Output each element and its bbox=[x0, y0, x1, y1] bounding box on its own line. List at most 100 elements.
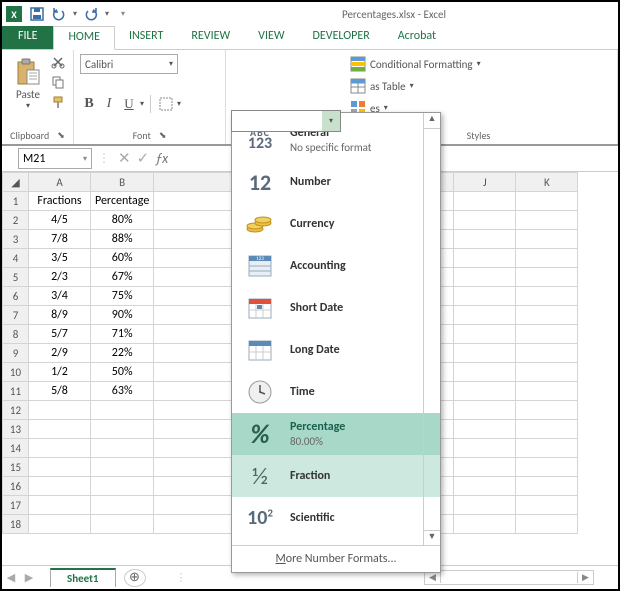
redo-button[interactable] bbox=[80, 4, 102, 24]
row-header[interactable]: 2 bbox=[3, 211, 29, 230]
copy-button[interactable] bbox=[50, 74, 66, 90]
redo-menu-icon[interactable]: ▾ bbox=[102, 4, 112, 24]
cell[interactable]: 71% bbox=[91, 325, 154, 344]
bold-button[interactable]: B bbox=[80, 94, 98, 114]
number-format-longdate[interactable]: Long Date bbox=[232, 329, 440, 371]
tab-view[interactable]: VIEW bbox=[244, 26, 298, 49]
cell[interactable]: 90% bbox=[91, 306, 154, 325]
undo-menu-icon[interactable]: ▾ bbox=[70, 4, 80, 24]
cell[interactable] bbox=[516, 249, 578, 268]
cell[interactable] bbox=[516, 401, 578, 420]
tab-developer[interactable]: DEVELOPER bbox=[299, 26, 384, 49]
cell[interactable] bbox=[91, 515, 154, 534]
enter-icon[interactable]: ✓ bbox=[137, 149, 150, 168]
col-header-J[interactable]: J bbox=[454, 173, 516, 192]
row-header[interactable]: 11 bbox=[3, 382, 29, 401]
cell[interactable] bbox=[454, 249, 516, 268]
number-format-number[interactable]: 12 Number bbox=[232, 161, 440, 203]
row-header[interactable]: 9 bbox=[3, 344, 29, 363]
cell[interactable]: 7/8 bbox=[29, 230, 91, 249]
cell[interactable] bbox=[516, 496, 578, 515]
cell[interactable] bbox=[91, 477, 154, 496]
cell[interactable] bbox=[454, 230, 516, 249]
paste-button[interactable]: Paste ▾ bbox=[8, 54, 48, 111]
cell[interactable] bbox=[516, 192, 578, 211]
horizontal-scrollbar[interactable]: ◀ ▶ bbox=[424, 570, 594, 585]
row-header[interactable]: 3 bbox=[3, 230, 29, 249]
cell[interactable] bbox=[516, 382, 578, 401]
scroll-left-icon[interactable]: ◀ bbox=[425, 572, 441, 583]
cell[interactable]: 88% bbox=[91, 230, 154, 249]
cell[interactable]: 2/3 bbox=[29, 268, 91, 287]
underline-menu-icon[interactable]: ▾ bbox=[140, 99, 144, 109]
cell[interactable] bbox=[454, 477, 516, 496]
col-header-B[interactable]: B bbox=[91, 173, 154, 192]
cell[interactable] bbox=[516, 515, 578, 534]
cell[interactable]: 1/2 bbox=[29, 363, 91, 382]
row-header[interactable]: 12 bbox=[3, 401, 29, 420]
cell[interactable] bbox=[29, 496, 91, 515]
cell[interactable]: 22% bbox=[91, 344, 154, 363]
cell[interactable] bbox=[91, 458, 154, 477]
row-header[interactable]: 8 bbox=[3, 325, 29, 344]
row-header[interactable]: 6 bbox=[3, 287, 29, 306]
cell[interactable]: 4/5 bbox=[29, 211, 91, 230]
add-sheet-button[interactable]: ⊕ bbox=[124, 569, 146, 587]
underline-button[interactable]: U bbox=[120, 94, 138, 114]
cell[interactable] bbox=[29, 458, 91, 477]
cell[interactable]: 5/7 bbox=[29, 325, 91, 344]
border-button[interactable] bbox=[157, 94, 175, 114]
cell[interactable] bbox=[29, 515, 91, 534]
col-header-A[interactable]: A bbox=[29, 173, 91, 192]
scroll-down-icon[interactable]: ▼ bbox=[424, 530, 440, 546]
sheet-tab-sheet1[interactable]: Sheet1 bbox=[50, 568, 116, 587]
cell[interactable] bbox=[516, 230, 578, 249]
cell[interactable]: 75% bbox=[91, 287, 154, 306]
cell[interactable] bbox=[454, 268, 516, 287]
format-as-table-button[interactable]: as Table ▾ bbox=[346, 76, 418, 96]
row-header[interactable]: 14 bbox=[3, 439, 29, 458]
cell[interactable]: 3/4 bbox=[29, 287, 91, 306]
row-header[interactable]: 10 bbox=[3, 363, 29, 382]
row-header[interactable]: 17 bbox=[3, 496, 29, 515]
scroll-right-icon[interactable]: ▶ bbox=[577, 572, 593, 583]
font-dialog-launcher[interactable]: ⬊ bbox=[159, 130, 167, 141]
row-header[interactable]: 4 bbox=[3, 249, 29, 268]
cell[interactable] bbox=[516, 344, 578, 363]
cell[interactable] bbox=[516, 325, 578, 344]
clipboard-dialog-launcher[interactable]: ⬊ bbox=[57, 130, 65, 141]
number-format-accounting[interactable]: 123 Accounting bbox=[232, 245, 440, 287]
cell[interactable] bbox=[516, 287, 578, 306]
cell[interactable] bbox=[516, 363, 578, 382]
cell[interactable] bbox=[454, 420, 516, 439]
cell[interactable] bbox=[454, 192, 516, 211]
scroll-up-icon[interactable]: ▲ bbox=[424, 113, 440, 129]
cell[interactable] bbox=[454, 363, 516, 382]
tab-file[interactable]: FILE bbox=[2, 26, 53, 49]
number-format-shortdate[interactable]: Short Date bbox=[232, 287, 440, 329]
name-box[interactable]: M21 ▾ bbox=[18, 148, 92, 169]
cell[interactable] bbox=[516, 211, 578, 230]
row-header[interactable]: 1 bbox=[3, 192, 29, 211]
fx-icon[interactable]: ƒx bbox=[155, 150, 168, 167]
cell[interactable] bbox=[454, 401, 516, 420]
cell[interactable] bbox=[454, 211, 516, 230]
cell[interactable] bbox=[454, 382, 516, 401]
cell[interactable]: 60% bbox=[91, 249, 154, 268]
cell[interactable] bbox=[454, 496, 516, 515]
tab-insert[interactable]: INSERT bbox=[115, 26, 177, 49]
cell[interactable] bbox=[454, 344, 516, 363]
cell[interactable]: 3/5 bbox=[29, 249, 91, 268]
tab-review[interactable]: REVIEW bbox=[177, 26, 244, 49]
cell[interactable]: Percentage bbox=[91, 192, 154, 211]
cell[interactable] bbox=[454, 287, 516, 306]
cell[interactable] bbox=[516, 420, 578, 439]
cell[interactable]: Fractions bbox=[29, 192, 91, 211]
number-format-scientific[interactable]: 102 Scientific bbox=[232, 497, 440, 539]
number-format-time[interactable]: Time bbox=[232, 371, 440, 413]
dropdown-scrollbar[interactable]: ▲ ▼ bbox=[423, 113, 440, 546]
cell[interactable]: 80% bbox=[91, 211, 154, 230]
conditional-formatting-button[interactable]: Conditional Formatting ▾ bbox=[346, 54, 485, 74]
cell[interactable] bbox=[454, 439, 516, 458]
cell[interactable] bbox=[91, 496, 154, 515]
